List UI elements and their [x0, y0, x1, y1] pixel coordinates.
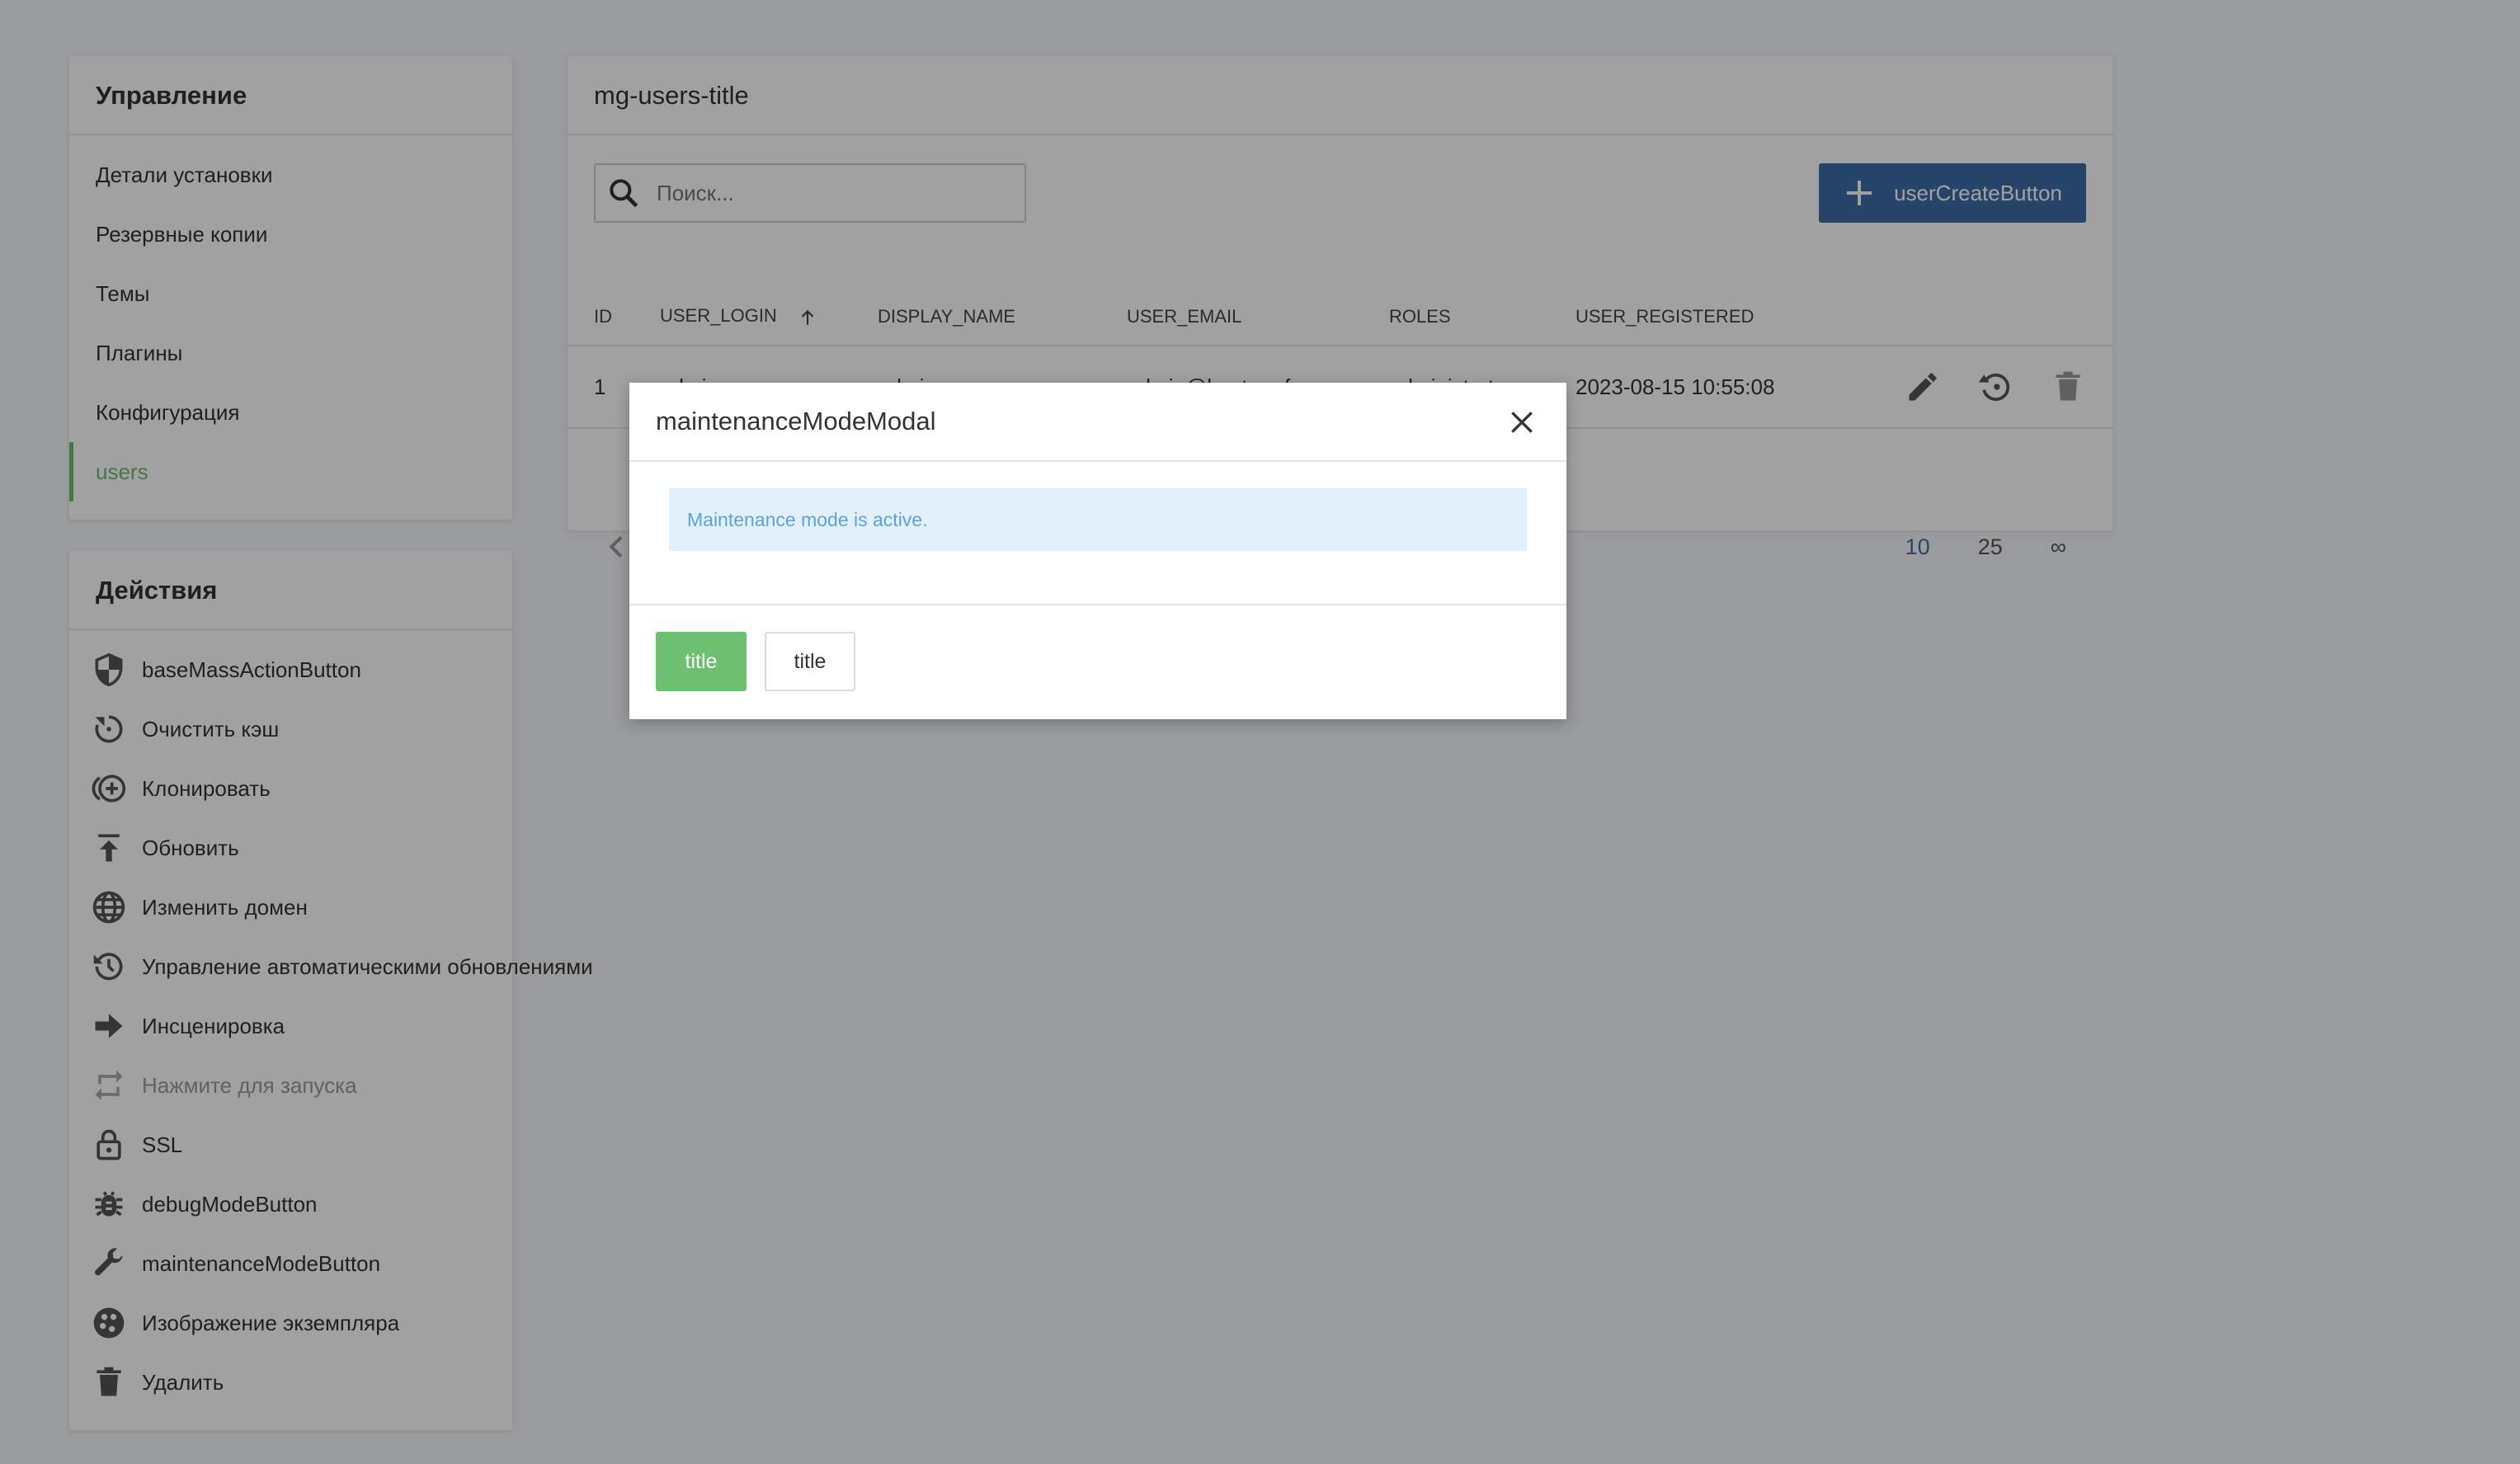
close-icon[interactable] — [1505, 406, 1538, 439]
modal-footer: title title — [629, 605, 1566, 718]
maintenance-mode-modal: maintenanceModeModal Maintenance mode is… — [629, 383, 1566, 719]
modal-header: maintenanceModeModal — [629, 383, 1566, 462]
modal-body: Maintenance mode is active. — [629, 462, 1566, 605]
modal-primary-button[interactable]: title — [656, 632, 747, 691]
modal-backdrop[interactable] — [0, 0, 2520, 1464]
maintenance-alert: Maintenance mode is active. — [669, 488, 1527, 551]
modal-title: maintenanceModeModal — [656, 407, 936, 435]
modal-secondary-button[interactable]: title — [765, 632, 855, 691]
